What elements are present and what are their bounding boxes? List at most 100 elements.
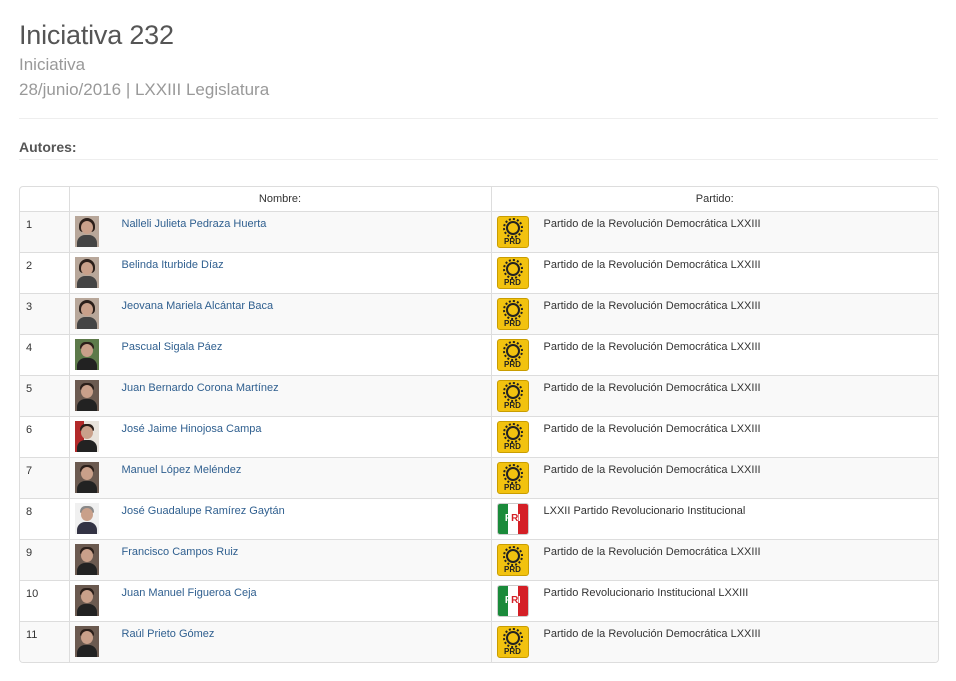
row-number-cell: 3 bbox=[20, 293, 69, 335]
member-cell: Manuel López Meléndez bbox=[68, 457, 491, 499]
initiative-type: Iniciativa bbox=[19, 55, 86, 74]
member-name-link[interactable]: Juan Manuel Figueroa Ceja bbox=[122, 587, 257, 599]
pri-logo-text: PRI bbox=[498, 513, 528, 524]
party-name: Partido de la Revolución Democrática LXX… bbox=[543, 546, 761, 558]
photo-head bbox=[80, 508, 93, 521]
prd-logo-icon: PRD bbox=[496, 421, 529, 453]
party-name: Partido de la Revolución Democrática LXX… bbox=[543, 341, 761, 353]
party-cell: PRD Partido de la Revolución Democrática … bbox=[490, 457, 938, 499]
photo-body bbox=[76, 276, 97, 288]
row-number: 8 bbox=[26, 506, 33, 518]
member-photo[interactable] bbox=[74, 421, 99, 452]
prd-logo-text: PRD bbox=[504, 237, 521, 246]
photo-body bbox=[76, 235, 97, 247]
photo-body bbox=[76, 522, 97, 534]
party-name: Partido de la Revolución Democrática LXX… bbox=[543, 259, 761, 271]
pri-logo-text: PRI bbox=[498, 595, 528, 606]
photo-body bbox=[76, 563, 97, 575]
prd-logo-text: PRD bbox=[504, 442, 521, 451]
member-photo[interactable] bbox=[74, 216, 99, 247]
row-number-cell: 6 bbox=[20, 416, 69, 458]
photo-head bbox=[80, 467, 93, 480]
member-photo[interactable] bbox=[74, 339, 99, 370]
divider bbox=[19, 159, 938, 160]
member-name-link[interactable]: Pascual Sigala Páez bbox=[122, 341, 223, 353]
photo-head bbox=[80, 385, 93, 398]
member-name-link[interactable]: Jeovana Mariela Alcántar Baca bbox=[122, 300, 274, 312]
sun bbox=[505, 426, 520, 440]
party-cell: PRD Partido de la Revolución Democrática … bbox=[490, 539, 938, 581]
party-cell: PRD Partido de la Revolución Democrática … bbox=[490, 334, 938, 376]
party-cell: PRI Partido Revolucionario Institucional … bbox=[490, 580, 938, 622]
party-name: Partido de la Revolución Democrática LXX… bbox=[543, 464, 761, 476]
pri-letter-i: I bbox=[517, 595, 521, 606]
photo-head bbox=[80, 262, 93, 275]
member-name-link[interactable]: Raúl Prieto Gómez bbox=[122, 628, 215, 640]
member-name-link[interactable]: Juan Bernardo Corona Martínez bbox=[122, 382, 279, 394]
member-cell: Nalleli Julieta Pedraza Huerta bbox=[68, 211, 491, 253]
header-number bbox=[20, 187, 69, 212]
pri-logo-icon: PRI bbox=[496, 585, 529, 617]
party-name: LXXII Partido Revolucionario Institucion… bbox=[543, 505, 746, 517]
member-name-link[interactable]: José Guadalupe Ramírez Gaytán bbox=[122, 505, 285, 517]
table-row: 8 José Guadalupe Ramírez Gaytán PRI LXXII P… bbox=[20, 498, 938, 540]
member-cell: Belinda Iturbide Díaz bbox=[68, 252, 491, 294]
pri-logo-icon: PRI bbox=[496, 503, 529, 535]
member-photo[interactable] bbox=[74, 462, 99, 493]
party-name: Partido de la Revolución Democrática LXX… bbox=[543, 628, 761, 640]
member-name-link[interactable]: José Jaime Hinojosa Campa bbox=[122, 423, 262, 435]
party-cell: PRD Partido de la Revolución Democrática … bbox=[490, 252, 938, 294]
prd-logo-icon: PRD bbox=[496, 257, 529, 289]
row-number-cell: 7 bbox=[20, 457, 69, 499]
member-photo[interactable] bbox=[74, 585, 99, 616]
photo-body bbox=[76, 645, 97, 657]
member-name-link[interactable]: Nalleli Julieta Pedraza Huerta bbox=[122, 218, 267, 230]
photo-body bbox=[76, 358, 97, 370]
member-name-link[interactable]: Francisco Campos Ruiz bbox=[122, 546, 239, 558]
member-photo[interactable] bbox=[74, 298, 99, 329]
row-number-cell: 5 bbox=[20, 375, 69, 417]
sun bbox=[505, 344, 520, 358]
table-row: 3 Jeovana Mariela Alcántar Baca PRD Partido… bbox=[20, 293, 938, 335]
prd-logo-icon: PRD bbox=[496, 216, 529, 248]
member-photo[interactable] bbox=[74, 544, 99, 575]
row-number: 3 bbox=[26, 301, 33, 313]
row-number-cell: 2 bbox=[20, 252, 69, 294]
member-photo[interactable] bbox=[74, 503, 99, 534]
photo-head bbox=[80, 221, 93, 234]
table-row: 2 Belinda Iturbide Díaz PRD Partido de la R… bbox=[20, 252, 938, 294]
member-photo[interactable] bbox=[74, 257, 99, 288]
member-photo[interactable] bbox=[74, 380, 99, 411]
table-row: 7 Manuel López Meléndez PRD Partido de la R… bbox=[20, 457, 938, 499]
pri-letter-i: I bbox=[517, 513, 521, 524]
header-name: Nombre: bbox=[68, 187, 491, 212]
authors-table: Nombre: Partido: 1 Nalleli Julieta Pedraz… bbox=[19, 186, 939, 663]
party-name: Partido de la Revolución Democrática LXX… bbox=[543, 382, 761, 394]
table-header-row: Nombre: Partido: bbox=[20, 187, 938, 212]
photo-body bbox=[76, 399, 97, 411]
page: Iniciativa 232 Iniciativa 28/junio/2016 … bbox=[0, 0, 956, 681]
table-row: 1 Nalleli Julieta Pedraza Huerta PRD Partid… bbox=[20, 211, 938, 253]
prd-logo-icon: PRD bbox=[496, 626, 529, 658]
authors-label: Autores: bbox=[19, 139, 77, 155]
member-cell: Raúl Prieto Gómez bbox=[68, 621, 491, 662]
row-number: 5 bbox=[26, 383, 33, 395]
member-name-link[interactable]: Manuel López Meléndez bbox=[122, 464, 242, 476]
prd-logo-text: PRD bbox=[504, 278, 521, 287]
prd-logo-text: PRD bbox=[504, 319, 521, 328]
divider bbox=[19, 118, 938, 119]
initiative-meta: 28/junio/2016 | LXXIII Legislatura bbox=[19, 80, 270, 99]
row-number-cell: 1 bbox=[20, 211, 69, 253]
member-cell: Francisco Campos Ruiz bbox=[68, 539, 491, 581]
pri-letter-r: R bbox=[511, 513, 518, 524]
row-number-cell: 9 bbox=[20, 539, 69, 581]
header-party: Partido: bbox=[490, 187, 938, 212]
photo-head bbox=[80, 590, 93, 603]
sun bbox=[505, 467, 520, 481]
row-number: 2 bbox=[26, 260, 33, 272]
member-cell: Juan Bernardo Corona Martínez bbox=[68, 375, 491, 417]
photo-head bbox=[80, 549, 93, 562]
member-name-link[interactable]: Belinda Iturbide Díaz bbox=[122, 259, 224, 271]
row-number-cell: 4 bbox=[20, 334, 69, 376]
member-photo[interactable] bbox=[74, 626, 99, 657]
